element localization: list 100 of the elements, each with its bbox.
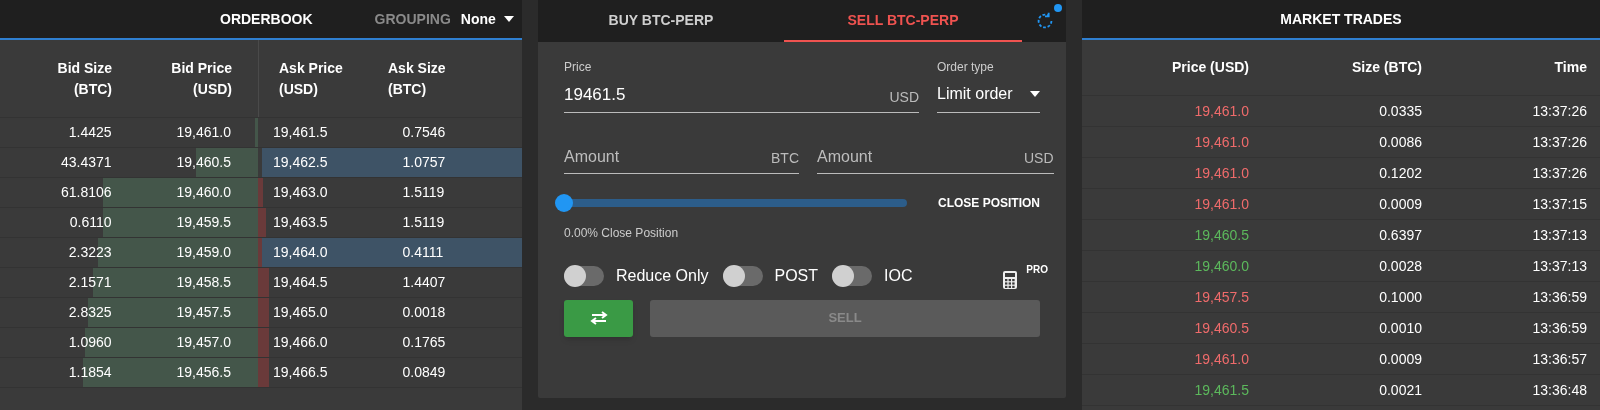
caret-icon — [503, 16, 514, 22]
table-cell-text: 19,462.5 — [273, 153, 328, 172]
table-cell-text: 0.7546 — [402, 123, 446, 142]
unit-label: USD — [889, 87, 919, 107]
toggle-label: IOC — [884, 265, 913, 286]
slider-caption: 0.00% Close Position — [564, 224, 680, 242]
table-cell-text: 0.0018 — [402, 303, 446, 322]
table-cell-text: 1.5119 — [402, 213, 445, 232]
slider-thumb[interactable] — [555, 193, 573, 212]
swap-button[interactable] — [564, 299, 633, 337]
amount-field[interactable]: Amount — [564, 144, 771, 169]
unit-label: USD — [1024, 148, 1054, 168]
table-cell-text: 1.5119 — [402, 183, 445, 202]
table-cell-text: 0.6397 — [1378, 225, 1422, 245]
ask-depth-bar — [258, 268, 269, 297]
row-highlight[interactable] — [262, 148, 522, 177]
table-cell-text: 0.1765 — [402, 333, 446, 352]
column-header: Price (USD) — [1170, 58, 1249, 77]
table-cell-text: 0.4111 — [402, 243, 444, 262]
table-cell-text: 19,461.0 — [1193, 132, 1249, 152]
table-cell-text: 19,461.0 — [1193, 349, 1249, 369]
column-header: Ask Size (BTC) — [388, 59, 447, 99]
table-cell-text: 0.0335 — [1378, 101, 1422, 121]
table-cell-text: 61.8106 — [60, 183, 112, 202]
table-cell-text: 19,457.5 — [176, 303, 232, 322]
table-cell-text: 19,466.5 — [273, 363, 328, 382]
column-header: Time — [1553, 58, 1587, 77]
tab[interactable]: SELL BTC-PERP — [784, 0, 1022, 42]
panel-title: MARKET TRADES — [1280, 9, 1402, 29]
table-cell-text: 13:37:26 — [1531, 163, 1587, 183]
table-cell-text: 19,461.5 — [273, 123, 328, 142]
tab[interactable]: BUY BTC-PERP — [542, 0, 780, 42]
table-cell-text: 1.4425 — [68, 123, 112, 142]
table-cell-text: 0.0009 — [1378, 194, 1422, 214]
table-cell-text: 19,460.0 — [1193, 256, 1249, 276]
table-cell-text: 0.0010 — [1378, 318, 1422, 338]
table-cell-text: 13:36:57 — [1531, 349, 1587, 369]
toggle-switch[interactable] — [722, 265, 763, 286]
table-cell-text: 13:36:59 — [1531, 318, 1587, 338]
table-cell-text: 0.0849 — [402, 363, 446, 382]
ask-depth-bar — [258, 328, 269, 357]
table-cell-text: 19,459.0 — [176, 243, 232, 262]
toggle-switch[interactable] — [832, 265, 873, 286]
swap-arrows-icon — [588, 311, 609, 325]
column-header: Size (BTC) — [1351, 58, 1422, 77]
column-header: Bid Price (USD) — [170, 59, 232, 99]
table-cell-text: 0.0028 — [1378, 256, 1422, 276]
row-highlight[interactable] — [262, 238, 522, 267]
table-cell-text: 19,463.5 — [273, 213, 328, 232]
pro-label: PRO — [1026, 262, 1048, 277]
table-cell-text: 19,461.0 — [1193, 163, 1249, 183]
order-type-select[interactable]: Order type Limit order — [937, 58, 1040, 113]
table-cell-text: 13:37:15 — [1531, 194, 1587, 214]
table-cell-text: 19,458.5 — [176, 273, 232, 292]
table-cell-text: 19,460.5 — [1193, 318, 1249, 338]
table-cell-text: 19,461.0 — [176, 123, 232, 142]
field-value: 19461.5 — [564, 84, 626, 106]
table-cell-text: 19,461.0 — [1193, 194, 1249, 214]
table-cell-text: 13:37:26 — [1531, 132, 1587, 152]
toggle-label: POST — [774, 265, 819, 286]
column-header: Bid Size (BTC) — [56, 59, 112, 99]
grouping-dropdown[interactable]: None — [460, 8, 514, 30]
table-cell-text: 1.0960 — [68, 333, 112, 352]
table-cell-text: 19,457.5 — [1193, 287, 1249, 307]
table-cell-text: 19,461.0 — [1193, 101, 1249, 121]
ask-depth-bar — [258, 298, 269, 327]
table-cell-text: 19,457.0 — [176, 333, 232, 352]
toggle-switch[interactable] — [564, 265, 604, 286]
table-cell-text: 13:37:26 — [1531, 101, 1587, 121]
table-cell-text: 0.1000 — [1378, 287, 1422, 307]
table-cell-text: 0.0086 — [1378, 132, 1422, 152]
table-cell-text: 19,461.5 — [1193, 380, 1249, 400]
table-cell-text: 1.0757 — [402, 153, 446, 172]
table-cell-text: 0.0021 — [1378, 380, 1422, 400]
table-cell-text: 1.1854 — [68, 363, 112, 382]
table-cell-text: 19,465.0 — [273, 303, 328, 322]
unit-label: BTC — [771, 148, 799, 168]
price-field[interactable]: Price 19461.5 USD — [564, 58, 919, 113]
table-cell-text: 13:36:48 — [1531, 380, 1587, 400]
table-cell-text: 19,460.0 — [176, 183, 232, 202]
toggle-label: Reduce Only — [616, 265, 709, 286]
close-position-button[interactable]: CLOSE POSITION — [938, 193, 1040, 212]
table-cell-text: 19,464.5 — [273, 273, 328, 292]
amount-field[interactable]: Amount — [817, 144, 1024, 169]
panel-title: ORDERBOOK — [220, 9, 313, 29]
table-cell-text: 1.4407 — [402, 273, 446, 292]
field-label: Price — [564, 59, 593, 76]
table-cell-text: 19,466.0 — [273, 333, 328, 352]
table-cell-text: 19,460.5 — [176, 153, 232, 172]
table-cell-text: 13:37:13 — [1531, 225, 1587, 245]
table-cell-text: 2.8325 — [68, 303, 112, 322]
table-cell-text: 43.4371 — [60, 153, 112, 172]
table-cell-text: 19,459.5 — [176, 213, 232, 232]
table-cell-text: 2.3223 — [68, 243, 112, 262]
ask-depth-bar — [258, 358, 269, 387]
table-cell-text: 13:37:13 — [1531, 256, 1587, 276]
table-cell-text: 19,460.5 — [1193, 225, 1249, 245]
calculator-icon[interactable] — [1002, 269, 1019, 290]
caret-icon — [1030, 91, 1040, 97]
table-cell-text: 0.0009 — [1378, 349, 1422, 369]
